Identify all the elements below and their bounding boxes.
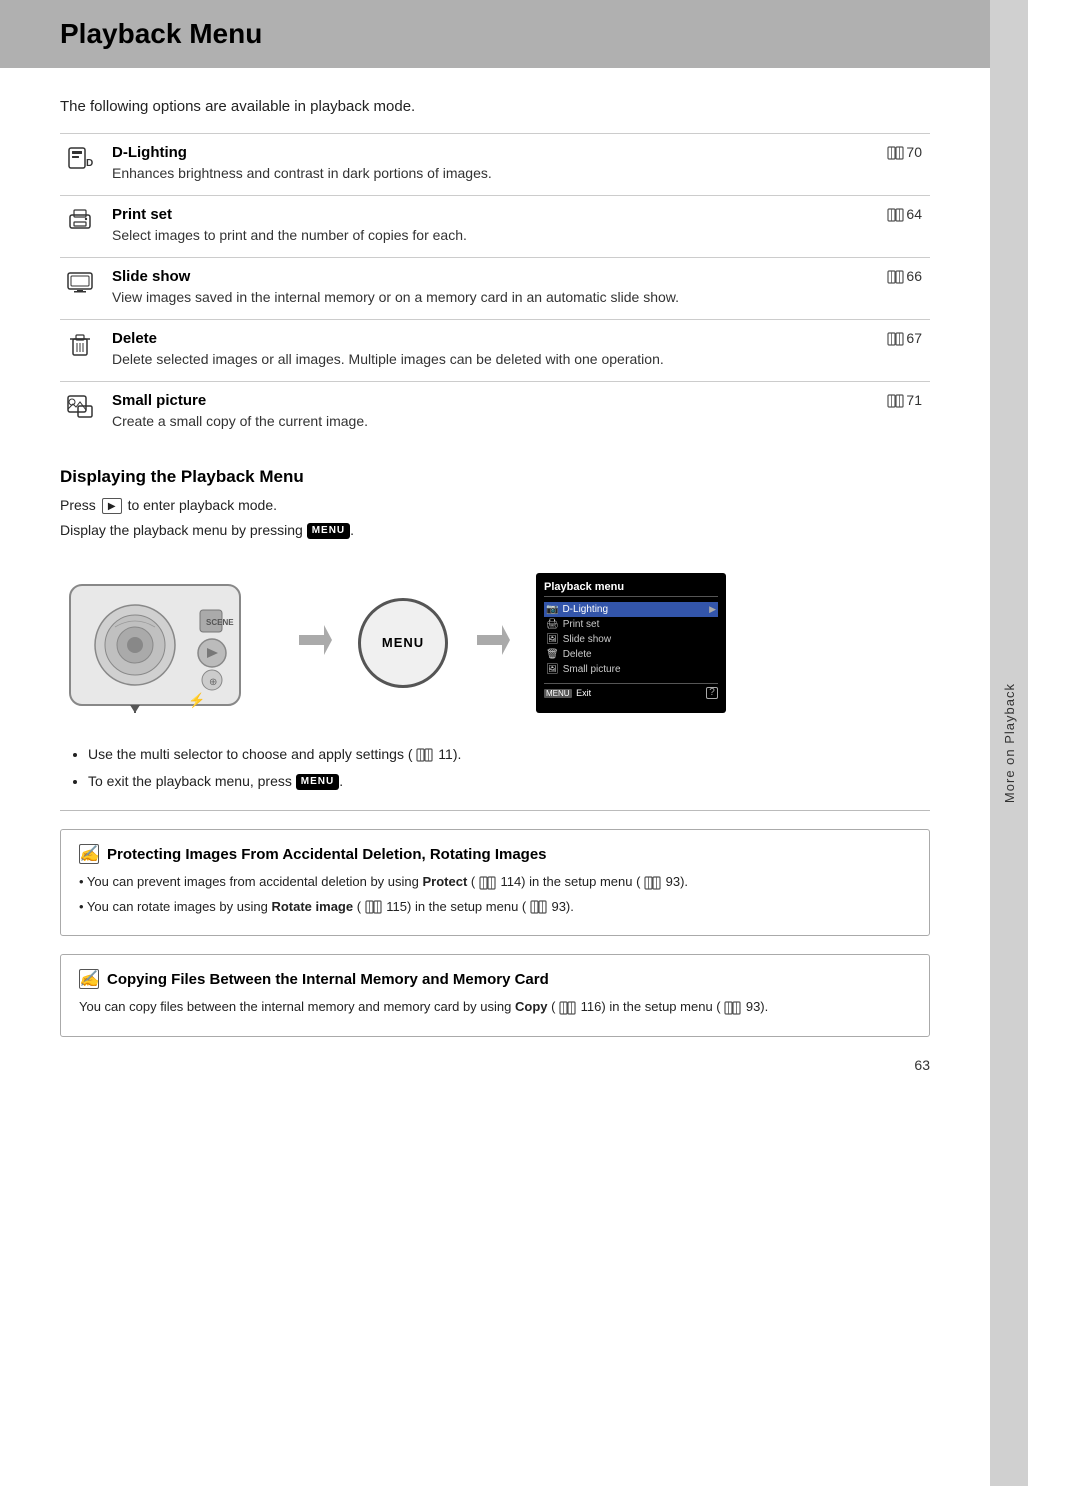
arrow-1 [294, 620, 334, 665]
small-picture-menu-icon: 🖼 [546, 664, 559, 675]
delete-header: Delete 67 [112, 330, 922, 348]
small-picture-ref: 71 [887, 392, 922, 408]
print-set-desc: Select images to print and the number of… [112, 227, 922, 253]
step1-text: Press ▶ to enter playback mode. [60, 495, 930, 516]
print-set-ref: 64 [887, 206, 922, 222]
table-row: D D-Lighting 70 Enhances brightness and … [60, 134, 930, 196]
print-set-cell: Print set 64 Select images to print and … [104, 196, 930, 258]
d-lighting-label: D-Lighting [112, 144, 187, 161]
menu-exit-label: MENU Exit [544, 688, 591, 698]
small-picture-label: Small picture [112, 392, 206, 409]
delete-cell: Delete 67 Delete selected images or all … [104, 320, 930, 382]
delete-icon [60, 320, 104, 382]
note-text-1a: • You can prevent images from accidental… [79, 872, 911, 892]
help-icon: ? [706, 687, 718, 699]
slide-show-desc: View images saved in the internal memory… [112, 289, 922, 315]
note-title-1: ✍ Protecting Images From Accidental Dele… [79, 844, 911, 864]
small-picture-header: Small picture 71 [112, 392, 922, 410]
bullet-item-2: To exit the playback menu, press MENU. [88, 771, 930, 792]
table-row: Slide show 66 View images saved in the i… [60, 258, 930, 320]
menu-circle-label: MENU [382, 635, 424, 650]
print-set-label: Print set [112, 206, 172, 223]
menu-button-container: MENU [358, 598, 448, 688]
delete-label: Delete [112, 330, 157, 347]
slide-show-label: Slide show [112, 268, 190, 285]
menu-screen-footer: MENU Exit ? [544, 683, 718, 699]
side-tab-text: More on Playback [1002, 683, 1017, 803]
note-box-1: ✍ Protecting Images From Accidental Dele… [60, 829, 930, 936]
small-picture-cell: Small picture 71 Create a small copy of … [104, 382, 930, 444]
d-lighting-ref: 70 [887, 144, 922, 160]
menu-screen-item-print-set: 🖨 Print set [544, 617, 718, 632]
bullet-list: Use the multi selector to choose and app… [60, 744, 930, 792]
page-number: 63 [60, 1057, 930, 1073]
menu-table: D D-Lighting 70 Enhances brightness and … [60, 133, 930, 443]
slide-show-menu-icon: 🖼 [546, 634, 559, 645]
active-indicator: ▶ [709, 604, 716, 615]
menu-screen-item-delete: 🗑 Delete [544, 647, 718, 662]
d-lighting-cell: D-Lighting 70 Enhances brightness and co… [104, 134, 930, 196]
menu-button-label: MENU [307, 523, 350, 539]
menu-button-label-bullet: MENU [296, 774, 339, 790]
playback-menu-screen: Playback menu 📷 D-Lighting ▶ 🖨 Print set… [536, 573, 726, 713]
d-lighting-desc: Enhances brightness and contrast in dark… [112, 165, 922, 191]
svg-text:SCENE: SCENE [206, 618, 234, 627]
displaying-section-heading: Displaying the Playback Menu [60, 467, 930, 487]
small-picture-desc: Create a small copy of the current image… [112, 413, 922, 439]
table-row: Print set 64 Select images to print and … [60, 196, 930, 258]
print-set-header: Print set 64 [112, 206, 922, 224]
menu-screen-title: Playback menu [544, 581, 718, 597]
d-lighting-icon: D [60, 134, 104, 196]
slide-show-icon [60, 258, 104, 320]
svg-text:⊕: ⊕ [209, 677, 217, 688]
bullet-item-1: Use the multi selector to choose and app… [88, 744, 930, 765]
delete-desc: Delete selected images or all images. Mu… [112, 351, 922, 377]
d-lighting-header: D-Lighting 70 [112, 144, 922, 162]
note-icon-2: ✍ [79, 969, 99, 989]
menu-button-circle: MENU [358, 598, 448, 688]
print-set-menu-icon: 🖨 [546, 619, 559, 630]
note-title-2: ✍ Copying Files Between the Internal Mem… [79, 969, 911, 989]
table-row: Delete 67 Delete selected images or all … [60, 320, 930, 382]
step2-text: Display the playback menu by pressing ME… [60, 520, 930, 541]
slide-show-header: Slide show 66 [112, 268, 922, 286]
page-header: Playback Menu [0, 0, 990, 68]
note-text-2: You can copy files between the internal … [79, 997, 911, 1017]
menu-screen-item-slide-show: 🖼 Slide show [544, 632, 718, 647]
arrow-2 [472, 620, 512, 665]
note-text-1b: • You can rotate images by using Rotate … [79, 897, 911, 917]
play-button-icon: ▶ [102, 498, 122, 514]
diagram-area: SCENE ⊕ ⚡ [60, 565, 930, 720]
table-row: Small picture 71 Create a small copy of … [60, 382, 930, 444]
print-set-icon [60, 196, 104, 258]
delete-menu-icon: 🗑 [546, 649, 559, 660]
note-icon-1: ✍ [79, 844, 99, 864]
note-box-2: ✍ Copying Files Between the Internal Mem… [60, 954, 930, 1037]
menu-screen-item-small-picture: 🖼 Small picture [544, 662, 718, 677]
svg-text:D: D [86, 158, 93, 169]
svg-text:⚡: ⚡ [188, 692, 205, 709]
camera-container: SCENE ⊕ ⚡ [60, 565, 270, 720]
camera-svg: SCENE ⊕ ⚡ [60, 565, 270, 720]
slide-show-ref: 66 [887, 268, 922, 284]
slide-show-cell: Slide show 66 View images saved in the i… [104, 258, 930, 320]
intro-text: The following options are available in p… [60, 98, 930, 115]
menu-screen-item-d-lighting: 📷 D-Lighting ▶ [544, 602, 718, 617]
divider-1 [60, 810, 930, 811]
page-title: Playback Menu [60, 18, 930, 50]
side-tab: More on Playback [990, 0, 1028, 1486]
d-lighting-menu-icon: 📷 [546, 604, 558, 615]
small-picture-icon [60, 382, 104, 444]
delete-ref: 67 [887, 330, 922, 346]
